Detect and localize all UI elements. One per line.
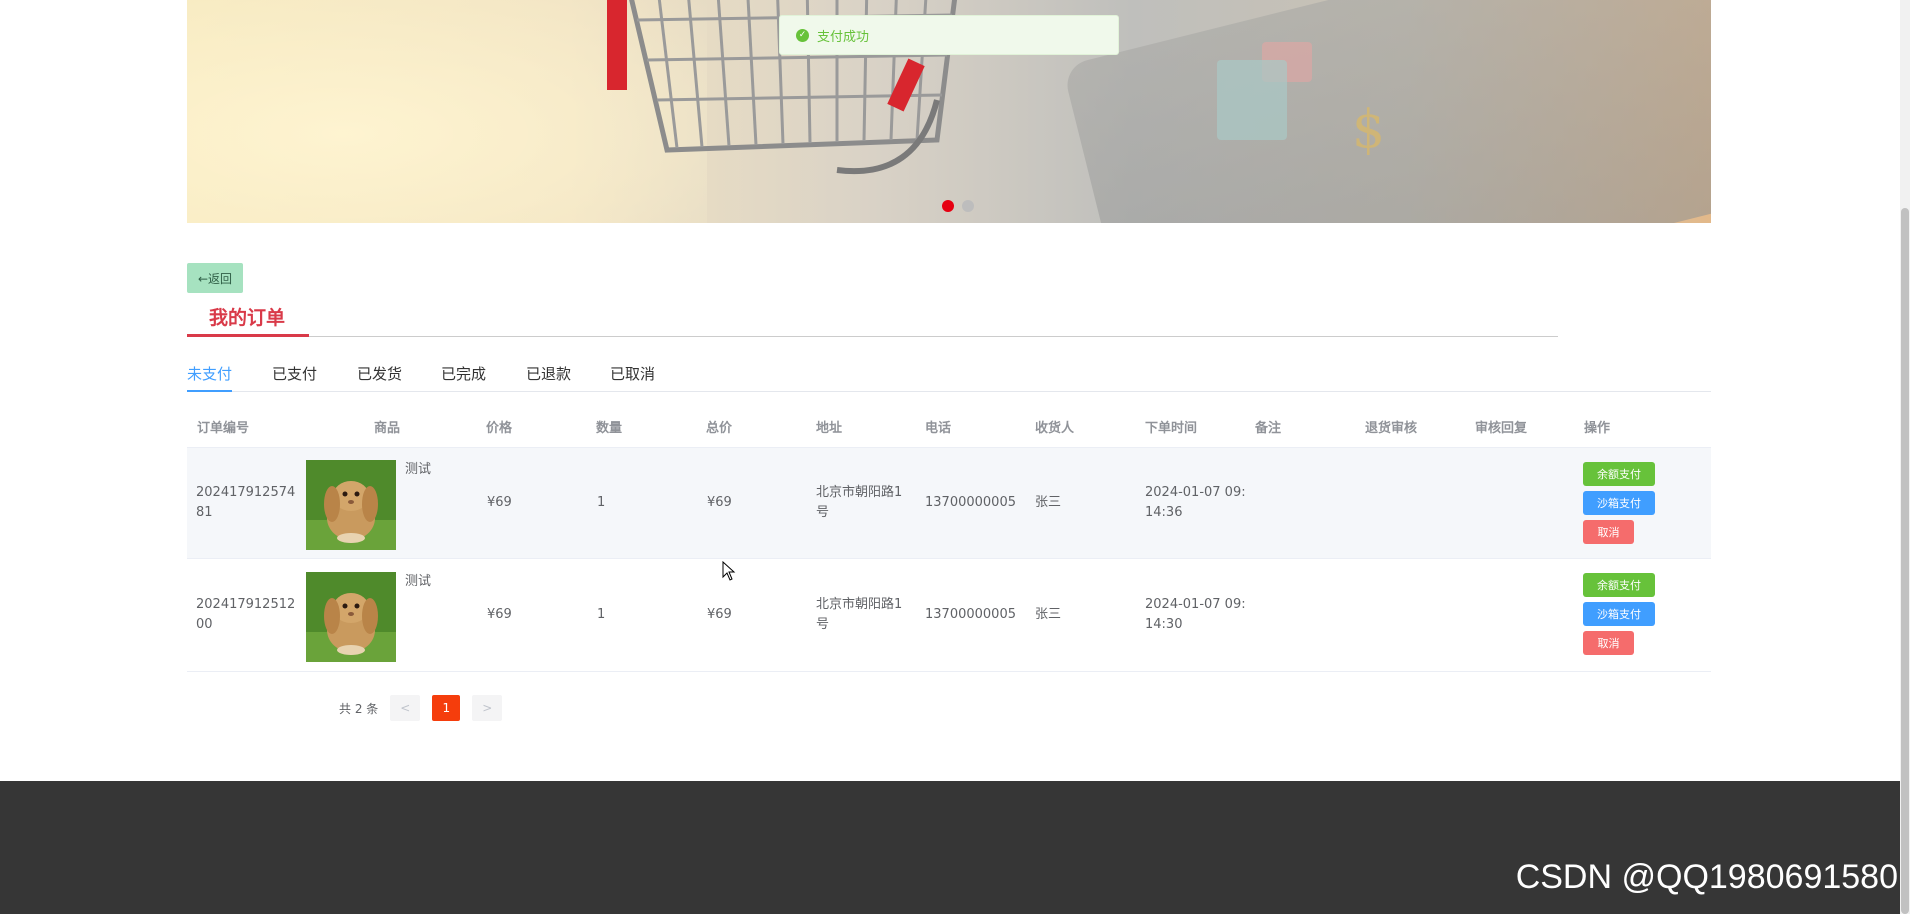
order-time: 2024-01-07 09: 14:30: [1145, 595, 1246, 635]
phone: 13700000005: [925, 607, 1016, 622]
order-number: 202417912574 81: [196, 483, 295, 523]
order-time-line1: 2024-01-07 09:: [1145, 597, 1246, 612]
col-price: 价格: [486, 421, 513, 436]
banner-tablet-image: [1061, 0, 1711, 223]
order-number-line2: 81: [196, 505, 213, 520]
check-circle-icon: ✓: [796, 28, 809, 42]
col-product: 商品: [374, 421, 401, 436]
address-line2: 号: [816, 505, 830, 520]
page-title: 我的订单: [209, 307, 286, 329]
product-name[interactable]: 测试: [405, 458, 431, 477]
order-status-tabs: 未支付 已支付 已发货 已完成 已退款 已取消: [187, 364, 1711, 392]
col-phone: 电话: [925, 421, 952, 436]
order-number: 202417912512 00: [196, 595, 295, 635]
cancel-order-button[interactable]: 取消: [1583, 631, 1634, 655]
watermark: CSDN @QQ1980691580: [1515, 858, 1898, 896]
balance-pay-button[interactable]: 余额支付: [1583, 462, 1655, 486]
rabbit-photo-icon[interactable]: [306, 460, 396, 550]
scrollbar-thumb[interactable]: [1901, 208, 1909, 914]
price: ¥69: [487, 607, 512, 622]
sandbox-pay-button[interactable]: 沙箱支付: [1583, 602, 1655, 626]
orders-page: $ ✓ 支付成功 ←返回 我的订单 未支付 已支付 已发货 已完成 已退款 已取…: [0, 0, 1910, 914]
tab-shipped[interactable]: 已发货: [357, 364, 402, 392]
order-time: 2024-01-07 09: 14:36: [1145, 483, 1246, 523]
banner-dollar-sign: $: [1352, 100, 1386, 160]
col-total: 总价: [706, 421, 733, 436]
title-underline: [187, 334, 309, 337]
address: 北京市朝阳路1 号: [816, 595, 902, 635]
order-number-line1: 202417912574: [196, 485, 296, 500]
orders-table-header: 订单编号 商品 价格 数量 总价 地址 电话 收货人 下单时间 备注 退货审核 …: [187, 411, 1711, 447]
receiver: 张三: [1035, 495, 1062, 510]
carousel-dot-1[interactable]: [942, 200, 954, 212]
order-number-line2: 00: [196, 617, 213, 632]
rabbit-photo-icon[interactable]: [306, 572, 396, 662]
order-number-line1: 202417912512: [196, 597, 296, 612]
tab-unpaid[interactable]: 未支付: [187, 364, 233, 392]
balance-pay-button[interactable]: 余额支付: [1583, 573, 1655, 597]
success-toast: ✓ 支付成功: [779, 15, 1119, 55]
col-order-time: 下单时间: [1145, 421, 1198, 436]
back-button[interactable]: ←返回: [187, 263, 243, 293]
tab-refunded[interactable]: 已退款: [526, 364, 571, 392]
col-address: 地址: [816, 421, 843, 436]
title-divider: [187, 336, 1558, 337]
quantity: 1: [597, 607, 606, 622]
next-page-button[interactable]: >: [472, 695, 503, 721]
sandbox-pay-button[interactable]: 沙箱支付: [1583, 491, 1655, 515]
col-return-review: 退货审核: [1365, 421, 1418, 436]
col-quantity: 数量: [596, 421, 623, 436]
tab-paid[interactable]: 已支付: [272, 364, 317, 392]
pagination: 共 2 条 < 1 >: [339, 695, 514, 721]
product-name[interactable]: 测试: [405, 570, 431, 589]
carousel-indicators: [942, 200, 974, 212]
order-time-line2: 14:36: [1145, 505, 1183, 520]
col-actions: 操作: [1584, 421, 1611, 436]
banner-gift-image: [1217, 60, 1287, 140]
phone: 13700000005: [925, 495, 1016, 510]
tab-cancelled[interactable]: 已取消: [610, 364, 655, 392]
receiver: 张三: [1035, 607, 1062, 622]
address: 北京市朝阳路1 号: [816, 483, 902, 523]
address-line1: 北京市朝阳路1: [816, 485, 903, 500]
col-receiver: 收货人: [1035, 421, 1075, 436]
mouse-cursor-icon: [722, 561, 736, 581]
col-order-no: 订单编号: [197, 421, 250, 436]
quantity: 1: [597, 495, 606, 510]
tab-completed[interactable]: 已完成: [441, 364, 486, 392]
total: ¥69: [707, 607, 732, 622]
cancel-order-button[interactable]: 取消: [1583, 520, 1634, 544]
col-remark: 备注: [1255, 421, 1282, 436]
table-row: 202417912574 81 测试 ¥69 1 ¥69 北京市朝阳路1 号 1…: [187, 447, 1711, 559]
address-line2: 号: [816, 617, 830, 632]
table-row: 202417912512 00 测试 ¥69 1 ¥69 北京市朝阳路1 号 1…: [187, 560, 1711, 672]
prev-page-button[interactable]: <: [390, 695, 421, 721]
order-time-line1: 2024-01-07 09:: [1145, 485, 1246, 500]
page-number-current[interactable]: 1: [432, 695, 461, 721]
order-time-line2: 14:30: [1145, 617, 1183, 632]
pagination-total: 共 2 条: [339, 701, 379, 716]
price: ¥69: [487, 495, 512, 510]
total: ¥69: [707, 495, 732, 510]
col-review-reply: 审核回复: [1475, 421, 1528, 436]
address-line1: 北京市朝阳路1: [816, 597, 903, 612]
toast-message: 支付成功: [817, 29, 870, 45]
carousel-dot-2[interactable]: [962, 200, 974, 212]
